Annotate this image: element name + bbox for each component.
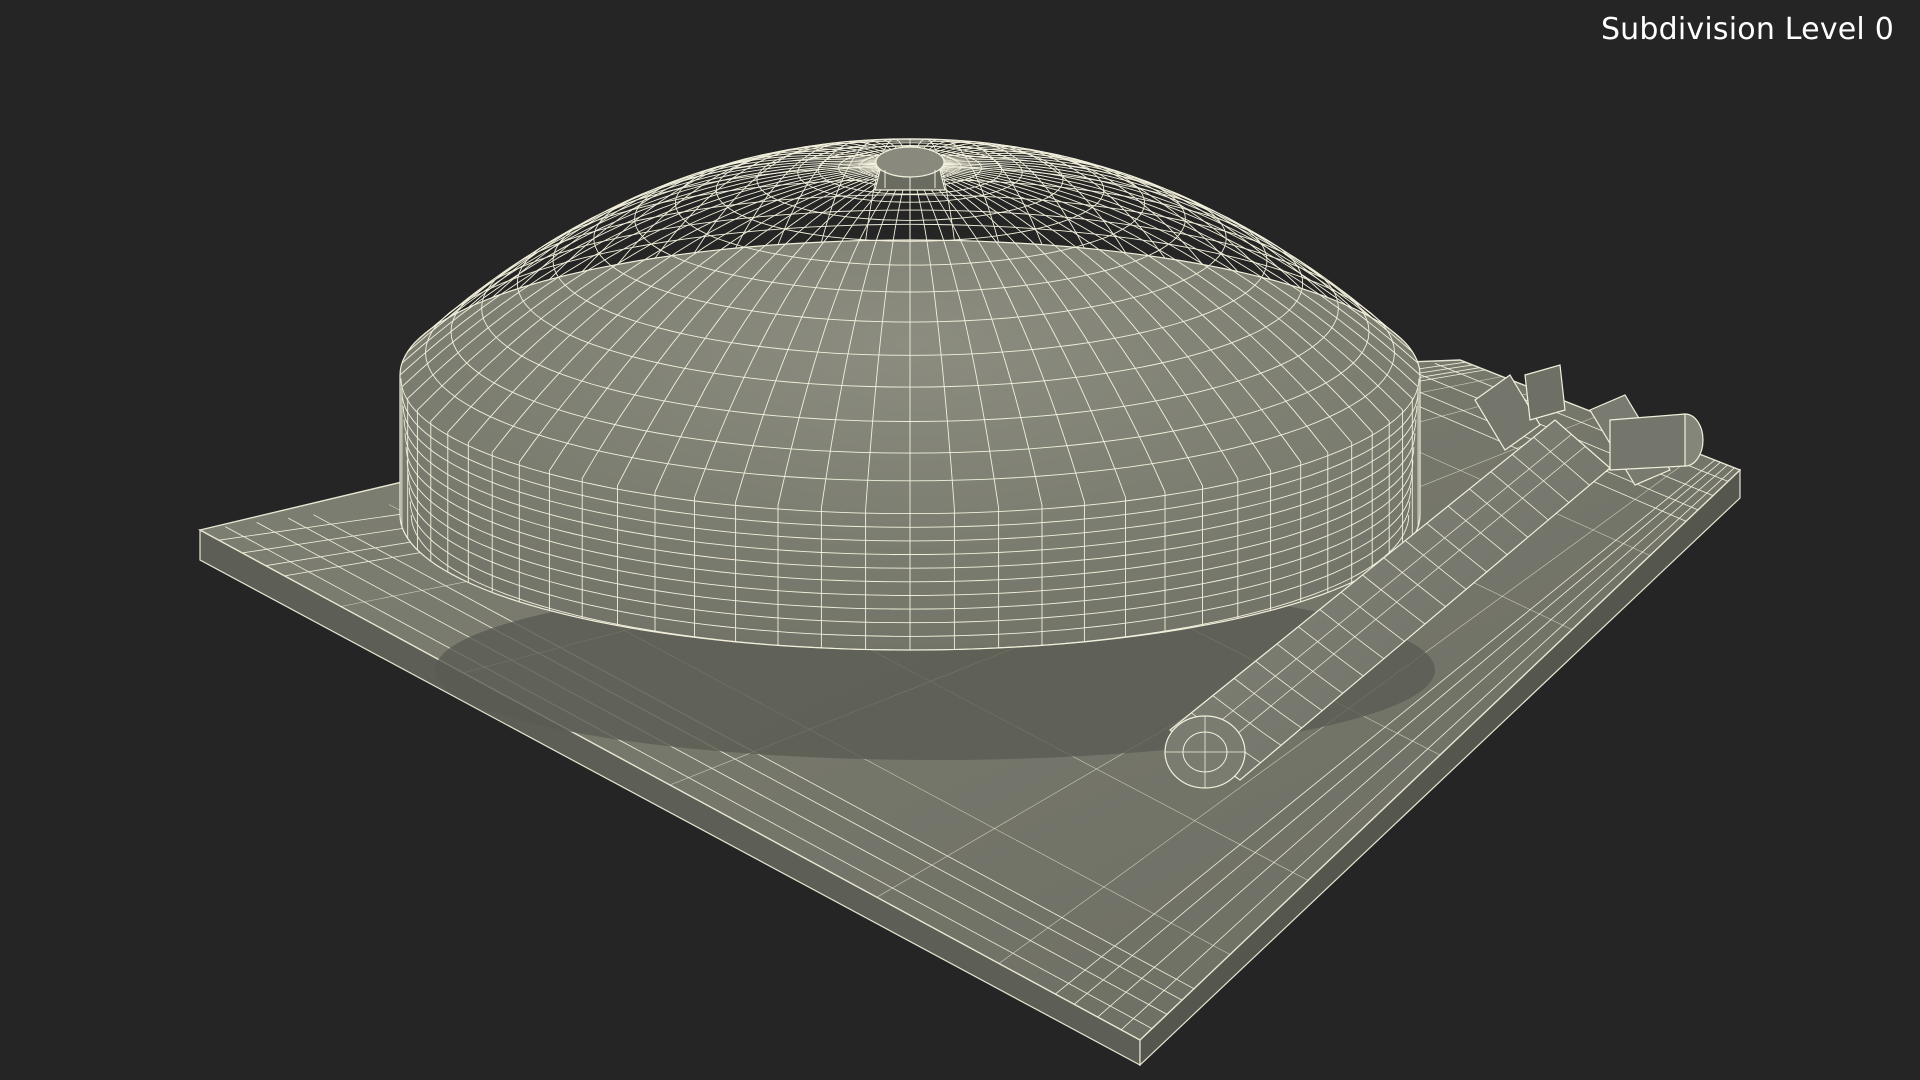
bracket-post <box>1524 364 1566 421</box>
pivot-shaft <box>1609 413 1686 471</box>
nut-top <box>875 146 945 178</box>
render-viewport: Subdivision Level 0 <box>0 0 1920 1080</box>
bell-dome <box>399 138 1421 651</box>
subdivision-level-label: Subdivision Level 0 <box>1600 12 1894 47</box>
center-nut <box>874 146 946 193</box>
wireframe-scene <box>198 138 1742 1067</box>
